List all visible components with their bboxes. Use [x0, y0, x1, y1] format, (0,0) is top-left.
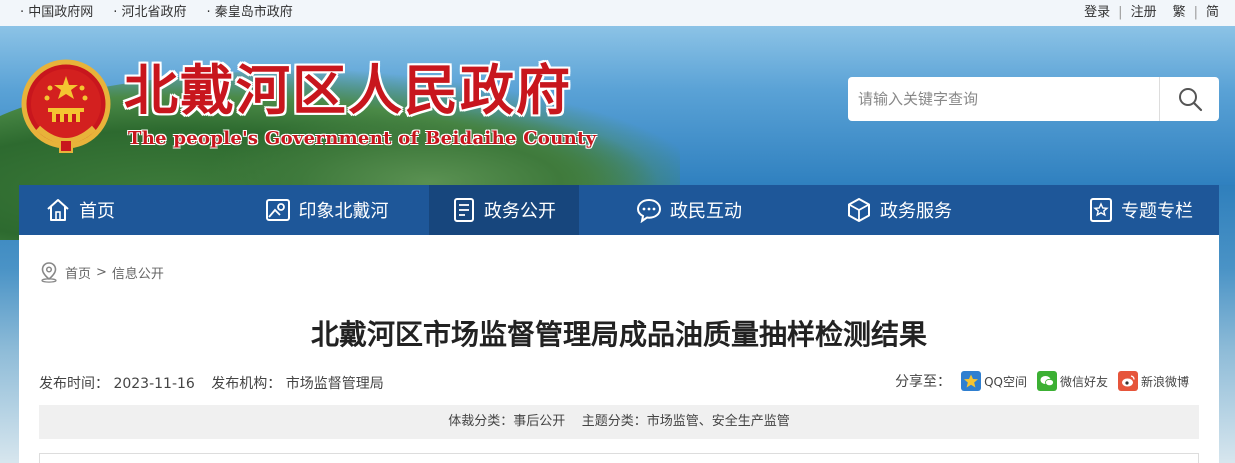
- search-input[interactable]: [848, 77, 1158, 121]
- nav-label: 印象北戴河: [298, 201, 389, 222]
- share-wechat-button[interactable]: 微信好友: [1036, 371, 1108, 391]
- document-icon: [454, 198, 474, 222]
- location-icon: [41, 262, 57, 283]
- star-icon: [1090, 198, 1112, 222]
- content-panel: 首页 > 信息公开 北戴河区市场监督管理局成品油质量抽样检测结果 发布时间： 2…: [19, 235, 1219, 463]
- share-weibo-label: 新浪微博: [1140, 374, 1189, 389]
- simplified-chinese-link[interactable]: 简: [1206, 0, 1219, 26]
- nav-item-topics[interactable]: 专题专栏: [999, 185, 1219, 235]
- link-hebei-gov[interactable]: · 河北省政府: [113, 0, 186, 26]
- wechat-icon: [1036, 371, 1057, 391]
- share-qzone-button[interactable]: QQ空间: [961, 371, 1027, 391]
- main-nav: 首页 印象北戴河 政务公开 政民互动 政务服务 专题专栏: [19, 185, 1219, 235]
- home-icon: [47, 199, 69, 221]
- site-title: 北戴河区人民政府: [124, 59, 572, 122]
- traditional-chinese-link[interactable]: 繁: [1173, 0, 1186, 26]
- share-qzone-label: QQ空间: [984, 374, 1027, 389]
- site-subtitle: The people's Government of Beidaihe Coun…: [128, 128, 597, 149]
- divider: |: [1118, 5, 1123, 20]
- search-box: [848, 77, 1219, 121]
- external-links: · 中国政府网 · 河北省政府 · 秦皇岛市政府: [20, 0, 313, 26]
- search-icon: [1178, 88, 1202, 112]
- user-links: 登录 | 注册 繁 | 简: [1084, 0, 1219, 26]
- nav-item-home[interactable]: 首页: [19, 185, 224, 235]
- cube-icon: [848, 198, 870, 222]
- article-title: 北戴河区市场监督管理局成品油质量抽样检测结果: [310, 318, 927, 351]
- nav-item-impression[interactable]: 印象北戴河: [224, 185, 429, 235]
- top-bar: · 中国政府网 · 河北省政府 · 秦皇岛市政府 登录 | 注册 繁 | 简: [0, 0, 1235, 26]
- nav-label: 政民互动: [670, 201, 742, 222]
- breadcrumb-current[interactable]: 信息公开: [112, 263, 164, 282]
- map-icon: [265, 199, 290, 221]
- article-meta: 发布时间： 2023-11-16 发布机构： 市场监督管理局: [39, 373, 384, 393]
- publish-time-label: 发布时间：: [39, 376, 109, 392]
- login-link[interactable]: 登录: [1084, 0, 1110, 26]
- share-bar: 分享至： QQ空间 微信好友 新浪微博: [895, 371, 1189, 391]
- register-link[interactable]: 注册: [1131, 0, 1157, 26]
- chat-icon: [636, 198, 662, 223]
- qzone-icon: [961, 371, 982, 391]
- share-weibo-button[interactable]: 新浪微博: [1117, 371, 1189, 391]
- publisher: 市场监督管理局: [285, 376, 384, 392]
- nav-label: 首页: [79, 201, 115, 222]
- share-label: 分享至：: [895, 374, 952, 390]
- nav-label: 专题专栏: [1121, 201, 1193, 222]
- nav-item-interaction[interactable]: 政民互动: [579, 185, 799, 235]
- content-frame: [39, 453, 1199, 463]
- nav-item-gov-affairs[interactable]: 政务公开: [429, 185, 579, 235]
- nav-label: 政务公开: [484, 201, 556, 222]
- publisher-label: 发布机构：: [211, 376, 282, 392]
- search-button[interactable]: [1159, 77, 1219, 121]
- classification-bar: 体裁分类：事后公开 主题分类：市场监管、安全生产监管: [39, 405, 1199, 439]
- breadcrumb: 首页 > 信息公开: [39, 261, 164, 283]
- divider: |: [1193, 5, 1198, 20]
- breadcrumb-separator: >: [96, 264, 107, 280]
- share-wechat-label: 微信好友: [1059, 374, 1108, 389]
- nav-label: 政务服务: [880, 201, 952, 222]
- breadcrumb-home[interactable]: 首页: [65, 263, 91, 282]
- link-qinhuangdao-gov[interactable]: · 秦皇岛市政府: [207, 0, 293, 26]
- nav-item-services[interactable]: 政务服务: [799, 185, 999, 235]
- national-emblem-icon: [20, 58, 112, 158]
- publish-time: 2023-11-16: [113, 376, 195, 392]
- weibo-icon: [1117, 371, 1138, 391]
- link-china-gov[interactable]: · 中国政府网: [20, 0, 93, 26]
